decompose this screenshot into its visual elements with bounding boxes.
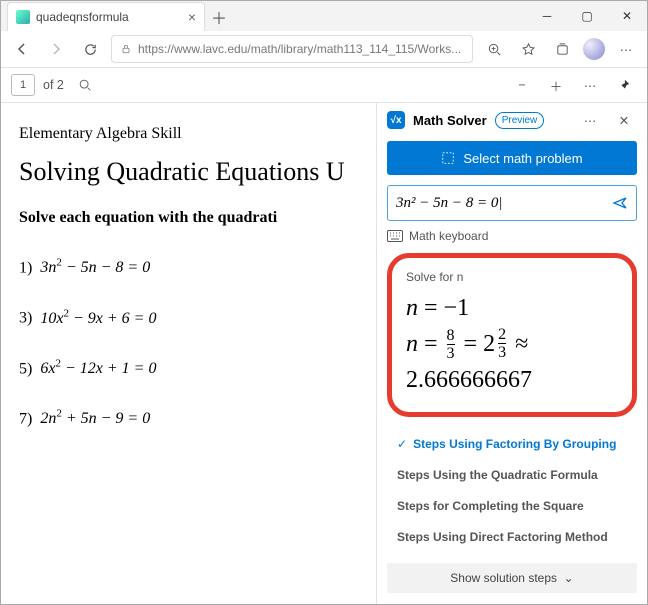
panel-more-button[interactable]: ⋯	[577, 107, 603, 133]
math-input-expression: 3n² − 5n − 8 = 0|	[396, 195, 503, 212]
new-tab-button[interactable]: ＋	[205, 3, 233, 31]
tab-title: quadeqnsformula	[36, 10, 182, 24]
pin-icon	[617, 78, 631, 92]
panel-header: √x Math Solver Preview ⋯ ✕	[377, 103, 647, 137]
solve-for-label: Solve for n	[406, 270, 618, 284]
collections-icon	[555, 42, 570, 57]
pin-toolbar-button[interactable]	[611, 72, 637, 98]
solution-line-1: n = −1	[406, 290, 618, 326]
instruction-text: Solve each equation with the quadrati	[19, 209, 358, 227]
page-number-input[interactable]: 1	[11, 74, 35, 96]
keyboard-icon	[387, 230, 403, 242]
math-solver-panel: √x Math Solver Preview ⋯ ✕ Select math p…	[376, 103, 647, 604]
address-bar: https://www.lavc.edu/math/library/math11…	[1, 31, 647, 68]
forward-button[interactable]	[43, 36, 69, 62]
check-icon: ✓	[397, 437, 407, 451]
arrow-right-icon	[48, 41, 64, 57]
main-content: Elementary Algebra Skill Solving Quadrat…	[1, 103, 647, 604]
solution-decimal: 2.666666667	[406, 362, 618, 398]
favicon-icon	[16, 10, 30, 24]
select-math-problem-button[interactable]: Select math problem	[387, 141, 637, 175]
problem-list: 1) 3n2 − 5n − 8 = 0 3) 10x2 − 9x + 6 = 0…	[19, 257, 358, 428]
skill-heading: Elementary Algebra Skill	[19, 125, 358, 143]
preview-badge: Preview	[495, 112, 545, 129]
mixed-2-2-3: 223	[483, 326, 509, 362]
url-box[interactable]: https://www.lavc.edu/math/library/math11…	[111, 35, 473, 63]
problem-item: 5) 6x2 − 12x + 1 = 0	[19, 358, 358, 378]
math-solver-icon: √x	[387, 111, 405, 129]
panel-close-button[interactable]: ✕	[611, 107, 637, 133]
solution-steps-list: ✓Steps Using Factoring By Grouping Steps…	[387, 429, 637, 553]
pdf-page[interactable]: Elementary Algebra Skill Solving Quadrat…	[1, 103, 376, 604]
zoom-in-button[interactable]: ＋	[543, 72, 569, 98]
tab-close-icon[interactable]: ×	[188, 10, 196, 24]
lock-icon	[120, 43, 132, 55]
math-keyboard-toggle[interactable]: Math keyboard	[387, 229, 637, 243]
problem-item: 7) 2n2 + 5n − 9 = 0	[19, 408, 358, 428]
solution-card: Solve for n n = −1 n = 83 = 223 ≈ 2.6666…	[387, 253, 637, 417]
chevron-down-icon: ⌄	[564, 571, 574, 585]
problem-item: 3) 10x2 − 9x + 6 = 0	[19, 307, 358, 327]
favorite-button[interactable]	[515, 36, 541, 62]
url-text: https://www.lavc.edu/math/library/math11…	[138, 42, 464, 56]
search-icon	[78, 78, 92, 92]
browser-menu-button[interactable]: ⋯	[613, 36, 639, 62]
problem-item: 1) 3n2 − 5n − 8 = 0	[19, 257, 358, 277]
panel-title: Math Solver	[413, 113, 487, 128]
zoom-indicator-icon[interactable]	[481, 36, 507, 62]
star-plus-icon	[521, 42, 536, 57]
back-button[interactable]	[9, 36, 35, 62]
submit-icon[interactable]	[612, 195, 628, 211]
select-button-label: Select math problem	[463, 151, 582, 166]
pdf-search-button[interactable]	[72, 72, 98, 98]
step-option[interactable]: Steps Using Direct Factoring Method	[387, 522, 637, 553]
zoom-out-button[interactable]: −	[509, 72, 535, 98]
show-solution-steps-button[interactable]: Show solution steps ⌄	[387, 563, 637, 593]
step-option[interactable]: Steps for Completing the Square	[387, 491, 637, 522]
arrow-left-icon	[14, 41, 30, 57]
solution-line-2: n = 83 = 223 ≈	[406, 326, 618, 362]
math-keyboard-label: Math keyboard	[409, 229, 488, 243]
browser-tab[interactable]: quadeqnsformula ×	[7, 2, 205, 31]
step-option[interactable]: Steps Using the Quadratic Formula	[387, 460, 637, 491]
document-title: Solving Quadratic Equations U	[19, 157, 358, 187]
pdf-toolbar: 1 of 2 − ＋ ⋯	[1, 68, 647, 103]
page-total-label: of 2	[43, 78, 64, 92]
profile-avatar[interactable]	[583, 38, 605, 60]
titlebar: quadeqnsformula × ＋ ─ ▢ ✕	[1, 1, 647, 31]
magnifier-plus-icon	[487, 42, 502, 57]
browser-window: quadeqnsformula × ＋ ─ ▢ ✕ https://www.la…	[0, 0, 648, 605]
math-input-field[interactable]: 3n² − 5n − 8 = 0|	[387, 185, 637, 221]
close-window-button[interactable]: ✕	[607, 1, 647, 31]
fraction-8-3: 83	[447, 328, 455, 362]
minimize-button[interactable]: ─	[527, 1, 567, 31]
step-option[interactable]: ✓Steps Using Factoring By Grouping	[387, 429, 637, 460]
window-controls: ─ ▢ ✕	[527, 1, 647, 31]
selection-icon	[441, 151, 455, 165]
collections-button[interactable]	[549, 36, 575, 62]
refresh-icon	[83, 42, 98, 57]
maximize-button[interactable]: ▢	[567, 1, 607, 31]
refresh-button[interactable]	[77, 36, 103, 62]
pdf-more-button[interactable]: ⋯	[577, 72, 603, 98]
